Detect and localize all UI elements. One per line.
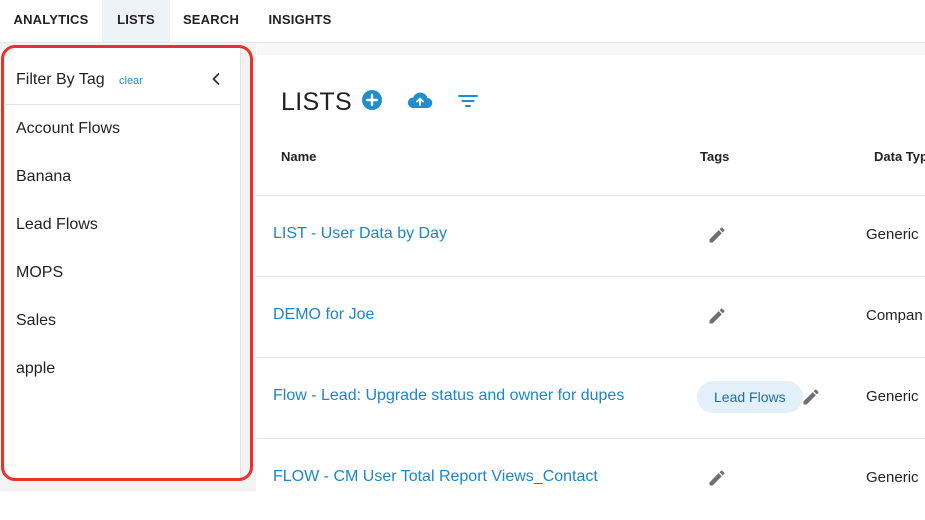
tag-filter-item[interactable]: Account Flows	[16, 120, 120, 138]
chevron-left-icon[interactable]	[208, 71, 224, 87]
data-type-cell: Compan	[866, 307, 923, 324]
tag-filter-item[interactable]: apple	[16, 360, 55, 378]
tab-search[interactable]: SEARCH	[170, 0, 252, 42]
filter-header: Filter By Tag clear	[5, 47, 240, 105]
column-header-tags[interactable]: Tags	[700, 149, 729, 164]
tab-lists[interactable]: LISTS	[102, 0, 170, 42]
list-name-link[interactable]: FLOW - CM User Total Report Views_Contac…	[273, 468, 598, 486]
tag-filter-item[interactable]: MOPS	[16, 264, 63, 282]
table-row: DEMO for Joe Compan	[257, 276, 925, 358]
top-nav: ANALYTICS LISTS SEARCH INSIGHTS	[0, 0, 925, 43]
page-title: LISTS	[281, 88, 352, 116]
filter-title: Filter By Tag	[16, 71, 105, 88]
list-name-link[interactable]: LIST - User Data by Day	[273, 225, 447, 243]
column-header-data-type[interactable]: Data Typ	[874, 149, 925, 164]
table-row: LIST - User Data by Day Generic	[257, 195, 925, 277]
column-header-name[interactable]: Name	[281, 149, 316, 164]
table-row: Flow - Lead: Upgrade status and owner fo…	[257, 357, 925, 439]
tab-analytics[interactable]: ANALYTICS	[0, 0, 102, 42]
pencil-icon[interactable]	[707, 468, 727, 488]
data-type-cell: Generic	[866, 469, 919, 486]
filter-by-tag-panel: Filter By Tag clear Account Flows Banana…	[5, 47, 241, 479]
pencil-icon[interactable]	[707, 306, 727, 326]
pencil-icon[interactable]	[801, 387, 821, 407]
list-name-link[interactable]: DEMO for Joe	[273, 306, 374, 324]
cloud-upload-icon[interactable]	[407, 91, 433, 114]
plus-circle-icon[interactable]	[361, 89, 383, 116]
tag-chip[interactable]: Lead Flows	[697, 381, 803, 413]
data-type-cell: Generic	[866, 388, 919, 405]
main-content: LISTS Name Tags Data Typ LIST - User Dat…	[257, 43, 925, 491]
clear-filter-link[interactable]: clear	[119, 75, 143, 87]
table-row: FLOW - CM User Total Report Views_Contac…	[257, 438, 925, 520]
filter-icon[interactable]	[458, 93, 478, 114]
tag-filter-item[interactable]: Lead Flows	[16, 216, 98, 234]
list-name-link[interactable]: Flow - Lead: Upgrade status and owner fo…	[273, 387, 624, 405]
tag-filter-item[interactable]: Sales	[16, 312, 56, 330]
tag-filter-item[interactable]: Banana	[16, 168, 71, 186]
tab-insights[interactable]: INSIGHTS	[252, 0, 348, 42]
data-type-cell: Generic	[866, 226, 919, 243]
lists-card: LISTS Name Tags Data Typ LIST - User Dat…	[257, 55, 925, 491]
pencil-icon[interactable]	[707, 225, 727, 245]
